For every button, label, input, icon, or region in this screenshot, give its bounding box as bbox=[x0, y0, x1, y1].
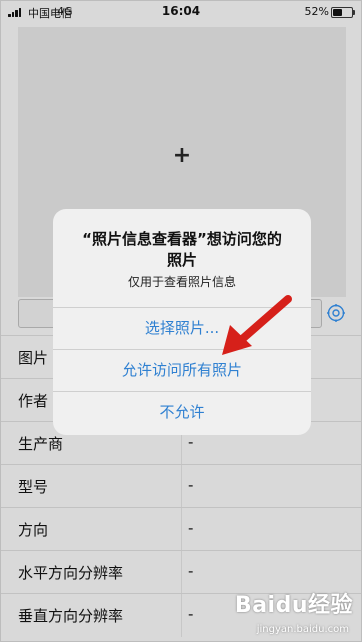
row-label: 图片 bbox=[18, 349, 49, 367]
row-label: 方向 bbox=[18, 521, 49, 539]
status-bar: 中国电信 4G 16:04 52% bbox=[1, 1, 361, 23]
alert-title-line2: 照片 bbox=[166, 251, 197, 269]
row-label: 垂直方向分辨率 bbox=[18, 607, 124, 625]
red-arrow-annotation-icon bbox=[222, 295, 292, 355]
watermark-url: jingyan.baidu.com bbox=[256, 624, 349, 635]
alert-title: “照片信息查看器”想访问您的 照片 bbox=[63, 229, 301, 271]
row-value: - bbox=[188, 562, 194, 580]
info-row-orientation: 方向 - bbox=[1, 507, 361, 551]
row-value: - bbox=[188, 433, 194, 451]
settings-gear-icon[interactable] bbox=[326, 303, 346, 323]
row-label: 水平方向分辨率 bbox=[18, 564, 124, 582]
dont-allow-button[interactable]: 不允许 bbox=[53, 391, 311, 432]
row-value: - bbox=[188, 476, 194, 494]
row-label: 型号 bbox=[18, 478, 49, 496]
battery-percent: 52% bbox=[304, 5, 329, 18]
row-label: 生产商 bbox=[18, 435, 64, 453]
row-label: 作者 bbox=[18, 392, 49, 410]
alert-message: 仅用于查看照片信息 bbox=[127, 275, 236, 289]
row-value: - bbox=[188, 519, 194, 537]
info-row-model: 型号 - bbox=[1, 464, 361, 508]
phone-screen: 中国电信 4G 16:04 52% + 图片 作者 生产商 - 型号 - 方向 … bbox=[0, 0, 362, 642]
baidu-jingyan-watermark: Baidu经验 bbox=[234, 593, 353, 618]
row-value: - bbox=[188, 605, 194, 623]
battery-icon bbox=[331, 7, 355, 18]
alert-title-line1: “照片信息查看器”想访问您的 bbox=[82, 230, 282, 248]
add-photo-icon[interactable]: + bbox=[18, 145, 346, 167]
